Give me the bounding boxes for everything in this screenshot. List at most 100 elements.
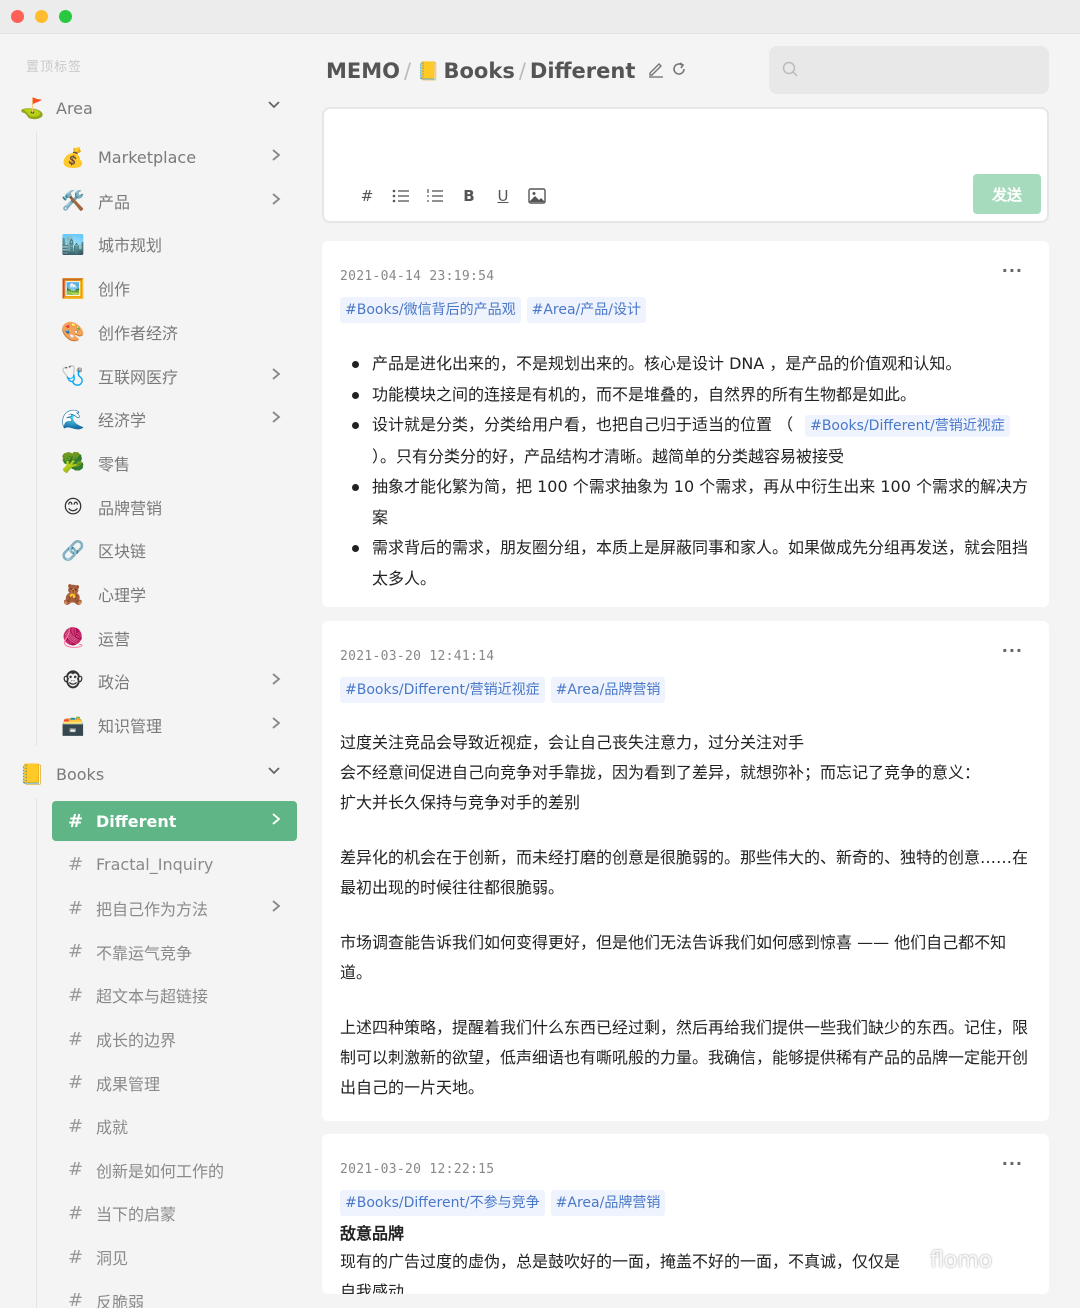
topic-emoji-icon: 🎨 [61, 321, 85, 344]
hash-icon: # [68, 810, 84, 832]
chevron-down-icon[interactable] [264, 764, 284, 784]
more-options-button[interactable]: ··· [1002, 261, 1023, 280]
minimize-window-button[interactable] [35, 10, 48, 23]
topic-emoji-icon: 🗃️ [61, 714, 85, 737]
more-options-button[interactable]: ··· [1002, 1154, 1023, 1173]
chevron-right-icon[interactable] [269, 191, 283, 211]
sidebar-item-area[interactable]: 🛠️ 产品 [52, 181, 297, 221]
breadcrumb-memo[interactable]: MEMO [326, 59, 400, 83]
chevron-right-icon[interactable] [269, 898, 283, 918]
tag-link[interactable]: #Books/Different/不参与竞争 [340, 1190, 545, 1216]
sidebar-item-label: Marketplace [98, 147, 197, 167]
sidebar-group-area[interactable]: ⛳ Area [18, 91, 288, 125]
sidebar-item-book[interactable]: # 成长的边界 [52, 1019, 297, 1059]
sidebar-item-area[interactable]: 🩺 互联网医疗 [52, 356, 297, 396]
close-window-button[interactable] [11, 10, 24, 23]
memo-card: 2021-04-14 23:19:54 ··· #Books/微信背后的产品观 … [322, 241, 1049, 607]
tree-guide-line [36, 798, 37, 1308]
hash-icon: # [68, 854, 84, 876]
sidebar-item-book[interactable]: # 把自己作为方法 [52, 888, 297, 928]
sidebar-item-book[interactable]: # Different [52, 801, 297, 841]
breadcrumb-books[interactable]: Books [444, 59, 515, 83]
hash-icon: # [68, 1072, 84, 1094]
sidebar-item-area[interactable]: 🌊 经济学 [52, 399, 297, 439]
sidebar-item-book[interactable]: # 创新是如何工作的 [52, 1150, 297, 1190]
bullet-list-icon[interactable] [384, 185, 418, 207]
topic-emoji-icon: 🛠️ [61, 190, 85, 213]
sidebar-item-area[interactable]: 🗃️ 知识管理 [52, 705, 297, 745]
tag-link[interactable]: #Area/品牌营销 [550, 677, 666, 703]
tag-link[interactable]: #Area/品牌营销 [550, 1190, 666, 1216]
sidebar-item-label: 零售 [98, 454, 131, 474]
more-options-button[interactable]: ··· [1002, 641, 1023, 660]
chevron-right-icon[interactable] [269, 409, 283, 429]
chevron-right-icon[interactable] [269, 366, 283, 386]
tag-link[interactable]: #Books/Different/营销近视症 [340, 677, 545, 703]
chevron-right-icon[interactable] [269, 671, 283, 691]
sidebar-item-book[interactable]: # 不靠运气竞争 [52, 932, 297, 972]
image-icon[interactable] [520, 185, 554, 207]
sidebar-item-label: 运营 [98, 629, 131, 649]
tag-link[interactable]: #Books/微信背后的产品观 [340, 297, 521, 323]
sidebar-item-area[interactable]: 🔗 区块链 [52, 530, 297, 570]
underline-button[interactable]: U [486, 185, 520, 207]
list-item: 设计就是分类，分类给用户看，也把自己归于适当的位置 （ #Books/Differ… [350, 410, 1030, 472]
numbered-list-icon[interactable] [418, 185, 452, 207]
chevron-right-icon[interactable] [269, 147, 283, 167]
watermark: flomo [930, 1248, 993, 1273]
topic-emoji-icon: 😊 [63, 495, 83, 518]
hash-icon: # [68, 984, 84, 1006]
sidebar-item-book[interactable]: # 当下的启蒙 [52, 1193, 297, 1233]
sidebar-item-area[interactable]: 🐵 政治 [52, 661, 297, 701]
sidebar-item-book[interactable]: # 洞见 [52, 1237, 297, 1277]
sidebar-item-book[interactable]: # 成就 [52, 1106, 297, 1146]
bold-button[interactable]: B [452, 185, 486, 207]
chevron-right-icon[interactable] [269, 715, 283, 735]
sidebar-item-label: 经济学 [98, 411, 147, 431]
maximize-window-button[interactable] [59, 10, 72, 23]
sidebar-item-area[interactable]: 🎨 创作者经济 [52, 312, 297, 352]
search-input[interactable] [809, 56, 1034, 84]
hash-icon: # [68, 1290, 84, 1308]
sidebar-item-book[interactable]: # Fractal_Inquiry [52, 845, 297, 885]
sidebar-item-label: 把自己作为方法 [96, 900, 209, 920]
sidebar-item-label: 超文本与超链接 [96, 987, 209, 1007]
sidebar-item-book[interactable]: # 超文本与超链接 [52, 975, 297, 1015]
search-box[interactable] [769, 46, 1049, 94]
chevron-right-icon[interactable] [269, 811, 283, 831]
pinned-tags-label: 置顶标签 [26, 60, 83, 75]
memo-tags: #Books/Different/不参与竞争 #Area/品牌营销 [340, 1190, 671, 1216]
memo-paragraph: 市场调查能告诉我们如何变得更好，但是他们无法告诉我们如何感到惊喜 —— 他们自己… [340, 933, 1007, 982]
breadcrumb-different: Different [529, 59, 636, 83]
sidebar-item-area[interactable]: 🧶 运营 [52, 618, 297, 658]
sidebar-item-area[interactable]: 💰 Marketplace [52, 137, 297, 177]
sidebar-item-book[interactable]: # 成果管理 [52, 1063, 297, 1103]
edit-pencil-icon[interactable] [647, 60, 665, 82]
sidebar-item-label: 不靠运气竞争 [96, 943, 193, 963]
inline-tag-link[interactable]: #Books/Different/营销近视症 [805, 415, 1010, 437]
breadcrumb: MEMO / 📒 Books / Different [326, 56, 687, 86]
sidebar-group-books[interactable]: 📒 Books [18, 757, 288, 791]
sidebar-item-area[interactable]: 🧸 心理学 [52, 574, 297, 614]
tag-link[interactable]: #Area/产品/设计 [526, 297, 646, 323]
list-item-text: 设计就是分类，分类给用户看，也把自己归于适当的位置 （ [372, 415, 794, 434]
list-item: 功能模块之间的连接是有机的，而不是堆叠的，自然界的所有生物都是如此。 [350, 380, 1030, 411]
sidebar-item-area[interactable]: 😊 品牌营销 [52, 487, 297, 527]
memo-card: 2021-03-20 12:41:14 ··· #Books/Different… [322, 621, 1049, 1121]
hash-icon: # [68, 941, 84, 963]
sidebar-group-label: Books [56, 764, 105, 784]
sidebar-item-label: 反脆弱 [96, 1292, 145, 1308]
sidebar-item-area[interactable]: 🏙️ 城市规划 [52, 224, 297, 264]
sidebar-item-book[interactable]: # 反脆弱 [52, 1281, 297, 1308]
sidebar-item-label: Different [96, 811, 177, 831]
window-titlebar [0, 0, 1080, 34]
memo-editor[interactable]: # B U 发送 [322, 107, 1049, 223]
sidebar-item-area[interactable]: 🖼️ 创作 [52, 268, 297, 308]
sidebar-item-area[interactable]: 🥦 零售 [52, 443, 297, 483]
tag-hash-button[interactable]: # [350, 185, 384, 207]
refresh-icon[interactable] [671, 61, 687, 81]
sidebar-item-label: 品牌营销 [98, 498, 163, 518]
chevron-down-icon[interactable] [264, 98, 284, 118]
sidebar-item-label: 成就 [96, 1118, 129, 1138]
send-button[interactable]: 发送 [973, 174, 1041, 214]
